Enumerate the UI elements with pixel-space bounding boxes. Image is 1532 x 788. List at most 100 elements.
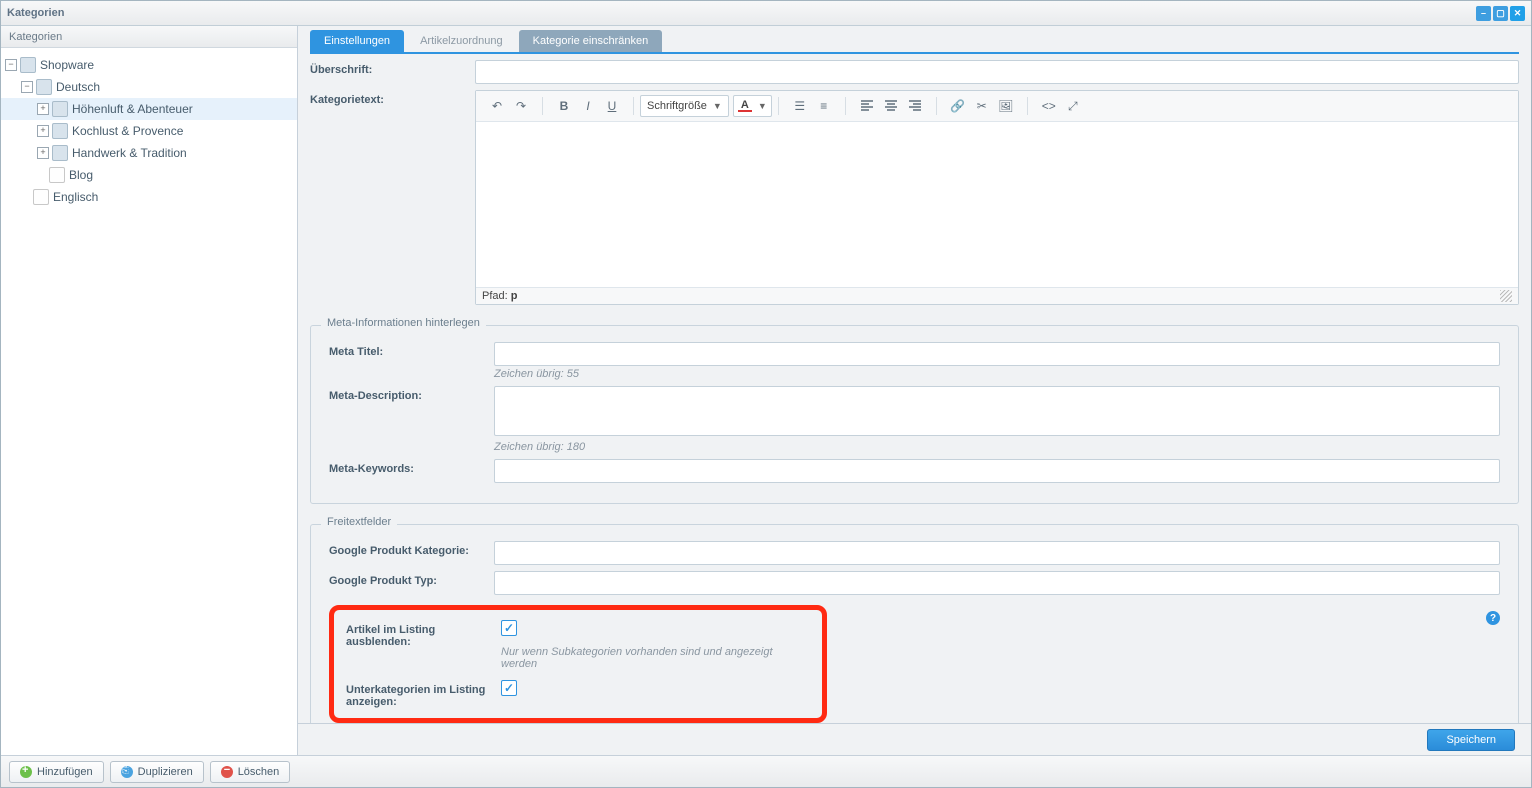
hide-articles-hint: Nur wenn Subkategorien vorhanden sind un…	[501, 646, 810, 670]
footer-toolbar: Hinzufügen Duplizieren Löschen	[1, 755, 1531, 787]
window-title: Kategorien	[7, 7, 1476, 19]
tree-toggle-icon[interactable]: −	[5, 59, 17, 71]
add-button[interactable]: Hinzufügen	[9, 761, 104, 783]
toolbar-separator	[633, 97, 634, 115]
undo-icon[interactable]: ↶	[486, 95, 508, 117]
fontsize-select[interactable]: Schriftgröße ▼	[640, 95, 729, 117]
toolbar-separator	[542, 97, 543, 115]
toolbar-separator	[1027, 97, 1028, 115]
add-icon	[20, 766, 32, 778]
tree-label: Blog	[69, 168, 93, 182]
meta-title-hint: Zeichen übrig: 55	[494, 368, 1500, 380]
main-panel: Einstellungen Artikelzuordnung Kategorie…	[298, 26, 1531, 755]
tree-label: Handwerk & Tradition	[72, 146, 187, 160]
align-right-icon[interactable]	[904, 95, 926, 117]
meta-keywords-input[interactable]	[494, 459, 1500, 483]
maximize-button[interactable]: ▢	[1493, 6, 1508, 21]
duplicate-button[interactable]: Duplizieren	[110, 761, 204, 783]
window-buttons: – ▢ ✕	[1476, 6, 1525, 21]
help-icon[interactable]: ?	[1486, 611, 1500, 625]
fullscreen-icon[interactable]: ⤢	[1062, 95, 1084, 117]
minimize-button[interactable]: –	[1476, 6, 1491, 21]
tree-node-deutsch[interactable]: − Deutsch	[1, 76, 297, 98]
tree-toggle-icon[interactable]: +	[37, 147, 49, 159]
unlink-icon[interactable]: ✂	[971, 95, 993, 117]
label-kategorietext: Kategorietext:	[310, 90, 475, 106]
label-hide-articles: Artikel im Listing ausblenden:	[346, 620, 501, 648]
tree-label: Deutsch	[56, 80, 100, 94]
google-category-input[interactable]	[494, 541, 1500, 565]
tree-node-hoehenluft[interactable]: + Höhenluft & Abenteuer	[1, 98, 297, 120]
meta-description-input[interactable]	[494, 386, 1500, 436]
toolbar-separator	[778, 97, 779, 115]
rte-statusbar: Pfad: p	[476, 287, 1518, 304]
redo-icon[interactable]: ↷	[510, 95, 532, 117]
save-button[interactable]: Speichern	[1427, 729, 1515, 751]
tree-toggle-icon[interactable]: +	[37, 103, 49, 115]
form-area: Überschrift: Kategorietext: ↶ ↷	[298, 54, 1531, 723]
tree-node-shopware[interactable]: − Shopware	[1, 54, 297, 76]
tab-settings[interactable]: Einstellungen	[310, 30, 404, 52]
source-code-icon[interactable]: <>	[1038, 95, 1060, 117]
page-icon	[33, 189, 49, 205]
meta-title-input[interactable]	[494, 342, 1500, 366]
folder-icon	[36, 79, 52, 95]
align-center-icon[interactable]	[880, 95, 902, 117]
link-icon[interactable]: 🔗	[947, 95, 969, 117]
folder-icon	[52, 123, 68, 139]
ordered-list-icon[interactable]: ≡	[813, 95, 835, 117]
freetext-legend: Freitextfelder	[321, 516, 397, 528]
tree-node-handwerk[interactable]: + Handwerk & Tradition	[1, 142, 297, 164]
page-icon	[49, 167, 65, 183]
save-button-label: Speichern	[1446, 734, 1496, 746]
rte-path-value: p	[511, 290, 518, 302]
label-meta-keywords: Meta-Keywords:	[329, 459, 494, 475]
rich-text-editor: ↶ ↷ B I U	[475, 90, 1519, 305]
italic-icon[interactable]: I	[577, 95, 599, 117]
delete-button[interactable]: Löschen	[210, 761, 291, 783]
tabs: Einstellungen Artikelzuordnung Kategorie…	[298, 26, 1531, 52]
window: Kategorien – ▢ ✕ Kategorien − Shopware −…	[0, 0, 1532, 788]
underline-icon[interactable]: U	[601, 95, 623, 117]
font-color-icon: A	[738, 100, 752, 112]
tree-node-kochlust[interactable]: + Kochlust & Provence	[1, 120, 297, 142]
google-type-input[interactable]	[494, 571, 1500, 595]
tree-node-englisch[interactable]: Englisch	[1, 186, 297, 208]
add-button-label: Hinzufügen	[37, 766, 93, 778]
folder-icon	[52, 145, 68, 161]
meta-fieldset: Meta-Informationen hinterlegen Meta Tite…	[310, 325, 1519, 504]
titlebar: Kategorien – ▢ ✕	[1, 1, 1531, 26]
tree-label: Kochlust & Provence	[72, 124, 183, 138]
label-show-subcats: Unterkategorien im Listing anzeigen:	[346, 680, 501, 708]
hide-articles-checkbox[interactable]	[501, 620, 517, 636]
folder-icon	[20, 57, 36, 73]
rte-body[interactable]	[476, 122, 1518, 287]
right-footer: Speichern	[298, 723, 1531, 755]
fontcolor-select[interactable]: A ▼	[733, 95, 772, 117]
category-tree: − Shopware − Deutsch + Höhenluft & Abent…	[1, 48, 297, 755]
tree-toggle-icon[interactable]: −	[21, 81, 33, 93]
tab-restrict-category[interactable]: Kategorie einschränken	[519, 30, 663, 52]
resize-handle-icon[interactable]	[1500, 290, 1512, 302]
rte-path: Pfad: p	[482, 290, 517, 302]
align-left-icon[interactable]	[856, 95, 878, 117]
show-subcats-checkbox[interactable]	[501, 680, 517, 696]
label-google-type: Google Produkt Typ:	[329, 571, 494, 587]
fontsize-label: Schriftgröße	[647, 100, 707, 112]
label-meta-title: Meta Titel:	[329, 342, 494, 358]
freetext-fieldset: Freitextfelder Google Produkt Kategorie:…	[310, 524, 1519, 723]
close-button[interactable]: ✕	[1510, 6, 1525, 21]
ueberschrift-input[interactable]	[475, 60, 1519, 84]
tree-toggle-icon[interactable]: +	[37, 125, 49, 137]
folder-icon	[52, 101, 68, 117]
image-icon[interactable]: 🖼	[995, 95, 1017, 117]
tree-label: Höhenluft & Abenteuer	[72, 102, 193, 116]
bold-icon[interactable]: B	[553, 95, 575, 117]
tab-article-assignment[interactable]: Artikelzuordnung	[406, 30, 517, 52]
label-ueberschrift: Überschrift:	[310, 60, 475, 76]
content: Kategorien − Shopware − Deutsch + Höhenl…	[1, 26, 1531, 755]
unordered-list-icon[interactable]: ☰	[789, 95, 811, 117]
toolbar-separator	[936, 97, 937, 115]
delete-button-label: Löschen	[238, 766, 280, 778]
tree-node-blog[interactable]: Blog	[1, 164, 297, 186]
